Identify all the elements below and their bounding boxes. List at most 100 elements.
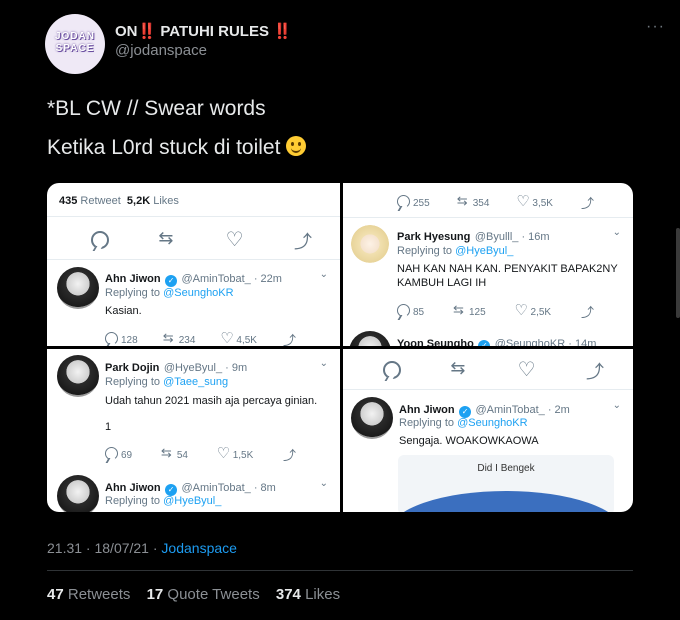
- retweet-action[interactable]: 354: [457, 193, 490, 213]
- reply-icon: [105, 447, 118, 460]
- replying-to: Replying to @SeunghoKR: [105, 287, 234, 299]
- reply-author-name[interactable]: Ahn Jiwon: [399, 404, 455, 416]
- replying-to-link[interactable]: @SeunghoKR: [163, 287, 234, 299]
- divider: [47, 216, 340, 217]
- like-action[interactable]: 3,5K: [516, 192, 553, 213]
- like-action[interactable]: 2,5K: [515, 301, 552, 322]
- chevron-down-icon[interactable]: ⌄: [320, 358, 328, 369]
- screenshot-panel-4[interactable]: Ahn Jiwon ✓ @AminTobat_ · 2m ⌄ Replying …: [343, 349, 633, 512]
- panel2-reply-header: Park Hyesung @Byulll_ · 16m: [397, 227, 550, 245]
- avatar[interactable]: [57, 267, 99, 309]
- retweet-icon: [161, 445, 174, 461]
- panel4-reply-header: Ahn Jiwon ✓ @AminTobat_ · 2m: [399, 400, 570, 418]
- display-name[interactable]: ON‼️ PATUHI RULES ‼️: [115, 22, 292, 40]
- share-action[interactable]: [580, 193, 594, 213]
- reply-handle[interactable]: @HyeByul_ · 9m: [164, 362, 247, 374]
- retweet-action[interactable]: 234: [163, 330, 196, 346]
- panel1-retweet-label: Retweet: [80, 195, 121, 207]
- chevron-down-icon[interactable]: ⌄: [613, 400, 621, 411]
- quote-tweets-stat[interactable]: 17 Quote Tweets: [147, 586, 266, 603]
- retweet-action[interactable]: 125: [453, 302, 486, 322]
- replying-prefix: Replying to: [399, 417, 458, 429]
- avatar[interactable]: [349, 331, 391, 346]
- share-icon: [580, 302, 594, 321]
- replying-to-link[interactable]: @HyeByul_: [455, 245, 513, 257]
- like-icon[interactable]: [518, 357, 536, 382]
- like-action[interactable]: 1,5K: [217, 444, 254, 465]
- screenshot-panel-2[interactable]: 255 354 3,5K Park Hyesung @Byulll_ · 16m…: [343, 183, 633, 346]
- screenshot-panel-1[interactable]: 435 Retweet 5,2K Likes Ahn Jiwon ✓ @Amin…: [47, 183, 340, 346]
- share-icon: [282, 445, 296, 464]
- reply-author-name[interactable]: Ahn Jiwon: [105, 273, 161, 285]
- reply-handle[interactable]: @AminTobat_ · 2m: [476, 404, 570, 416]
- reply-action[interactable]: 85: [397, 304, 424, 322]
- replying-to-link[interactable]: @Taee_sung: [163, 376, 228, 388]
- likes-stat[interactable]: 374 Likes: [276, 586, 346, 603]
- scrollbar[interactable]: [676, 228, 680, 318]
- reply-handle[interactable]: @AminTobat_ · 8m: [182, 482, 276, 494]
- tweet-text-line-2-content: Ketika L0rd stuck di toilet: [47, 136, 281, 159]
- replying-prefix: Replying to: [105, 495, 164, 507]
- reply-action[interactable]: 69: [105, 447, 132, 465]
- reply-author-name[interactable]: Yoon Seungho: [397, 338, 474, 346]
- timestamp[interactable]: 21.31 · 18/07/21 ·: [47, 540, 161, 556]
- tweet-text-line-1: *BL CW // Swear words: [47, 97, 266, 120]
- user-handle[interactable]: @jodanspace: [115, 42, 207, 59]
- avatar-logo-text: JODAN SPACE: [54, 31, 95, 54]
- like-count: 2,5K: [530, 307, 552, 318]
- retweet-icon: [453, 302, 466, 318]
- share-icon[interactable]: [585, 358, 604, 384]
- panel2-top-actions: 255 354 3,5K: [397, 192, 594, 213]
- panel2-next-header: Yoon Seungho ✓ @SeunghoKR · 14m: [397, 334, 596, 346]
- attached-image[interactable]: Did I Bengek: [390, 455, 622, 512]
- retweet-count: 54: [176, 450, 188, 461]
- screenshot-panel-3[interactable]: Park Dojin @HyeByul_ · 9m ⌄ Replying to …: [47, 349, 340, 512]
- replying-to-link[interactable]: @HyeByul_: [163, 495, 221, 507]
- share-icon[interactable]: [293, 228, 312, 254]
- like-icon[interactable]: [226, 227, 244, 252]
- reply-icon[interactable]: [383, 361, 401, 379]
- retweet-action[interactable]: 54: [161, 445, 188, 465]
- avatar[interactable]: JODAN SPACE: [45, 14, 105, 74]
- panel1-likes-count: 5,2K: [126, 195, 151, 207]
- share-action[interactable]: [282, 330, 296, 346]
- reply-text-line-1: NAH KAN NAH KAN. PENYAKIT BAPAK2NY: [397, 263, 618, 275]
- like-action[interactable]: 4,5K: [220, 329, 257, 346]
- avatar[interactable]: [57, 355, 99, 397]
- reply-handle[interactable]: @SeunghoKR · 14m: [495, 338, 597, 346]
- panel1-retweet-count: 435: [59, 195, 78, 207]
- panel1-counts: 435 Retweet 5,2K Likes: [59, 195, 179, 207]
- replying-to: Replying to @SeunghoKR: [399, 417, 528, 429]
- smile-emoji-icon: [286, 136, 307, 156]
- reply-text: Sengaja. WOAKOWKAOWA: [399, 435, 539, 447]
- likes-count: 374: [275, 586, 301, 603]
- retweets-stat[interactable]: 47 Retweets: [47, 586, 136, 603]
- retweet-icon[interactable]: [158, 228, 176, 249]
- replying-prefix: Replying to: [105, 376, 164, 388]
- reply-action[interactable]: 128: [105, 332, 138, 346]
- avatar[interactable]: [57, 475, 99, 512]
- chevron-down-icon[interactable]: ⌄: [613, 227, 621, 238]
- reply-handle[interactable]: @Byulll_ · 16m: [475, 231, 550, 243]
- avatar[interactable]: [349, 225, 391, 267]
- chevron-down-icon[interactable]: ⌄: [320, 269, 328, 280]
- more-icon[interactable]: ···: [646, 18, 665, 36]
- replying-to: Replying to @HyeByul_: [105, 495, 221, 507]
- avatar[interactable]: [351, 397, 393, 439]
- reply-action[interactable]: 255: [397, 195, 430, 213]
- reply-author-name[interactable]: Ahn Jiwon: [105, 482, 161, 494]
- tweet-source[interactable]: Jodanspace: [161, 540, 237, 556]
- reply-count: 69: [121, 450, 133, 461]
- chevron-down-icon[interactable]: ⌄: [320, 478, 328, 489]
- share-action[interactable]: [282, 445, 296, 465]
- reply-icon[interactable]: [91, 231, 109, 249]
- replying-to-link[interactable]: @SeunghoKR: [457, 417, 528, 429]
- image-collage[interactable]: 435 Retweet 5,2K Likes Ahn Jiwon ✓ @Amin…: [47, 183, 633, 512]
- share-action[interactable]: [580, 302, 594, 322]
- replying-prefix: Replying to: [397, 245, 456, 257]
- reply-count: 85: [413, 307, 425, 318]
- reply-handle[interactable]: @AminTobat_ · 22m: [182, 273, 282, 285]
- reply-author-name[interactable]: Park Dojin: [105, 362, 159, 374]
- reply-author-name[interactable]: Park Hyesung: [397, 231, 470, 243]
- retweet-icon[interactable]: [450, 358, 468, 379]
